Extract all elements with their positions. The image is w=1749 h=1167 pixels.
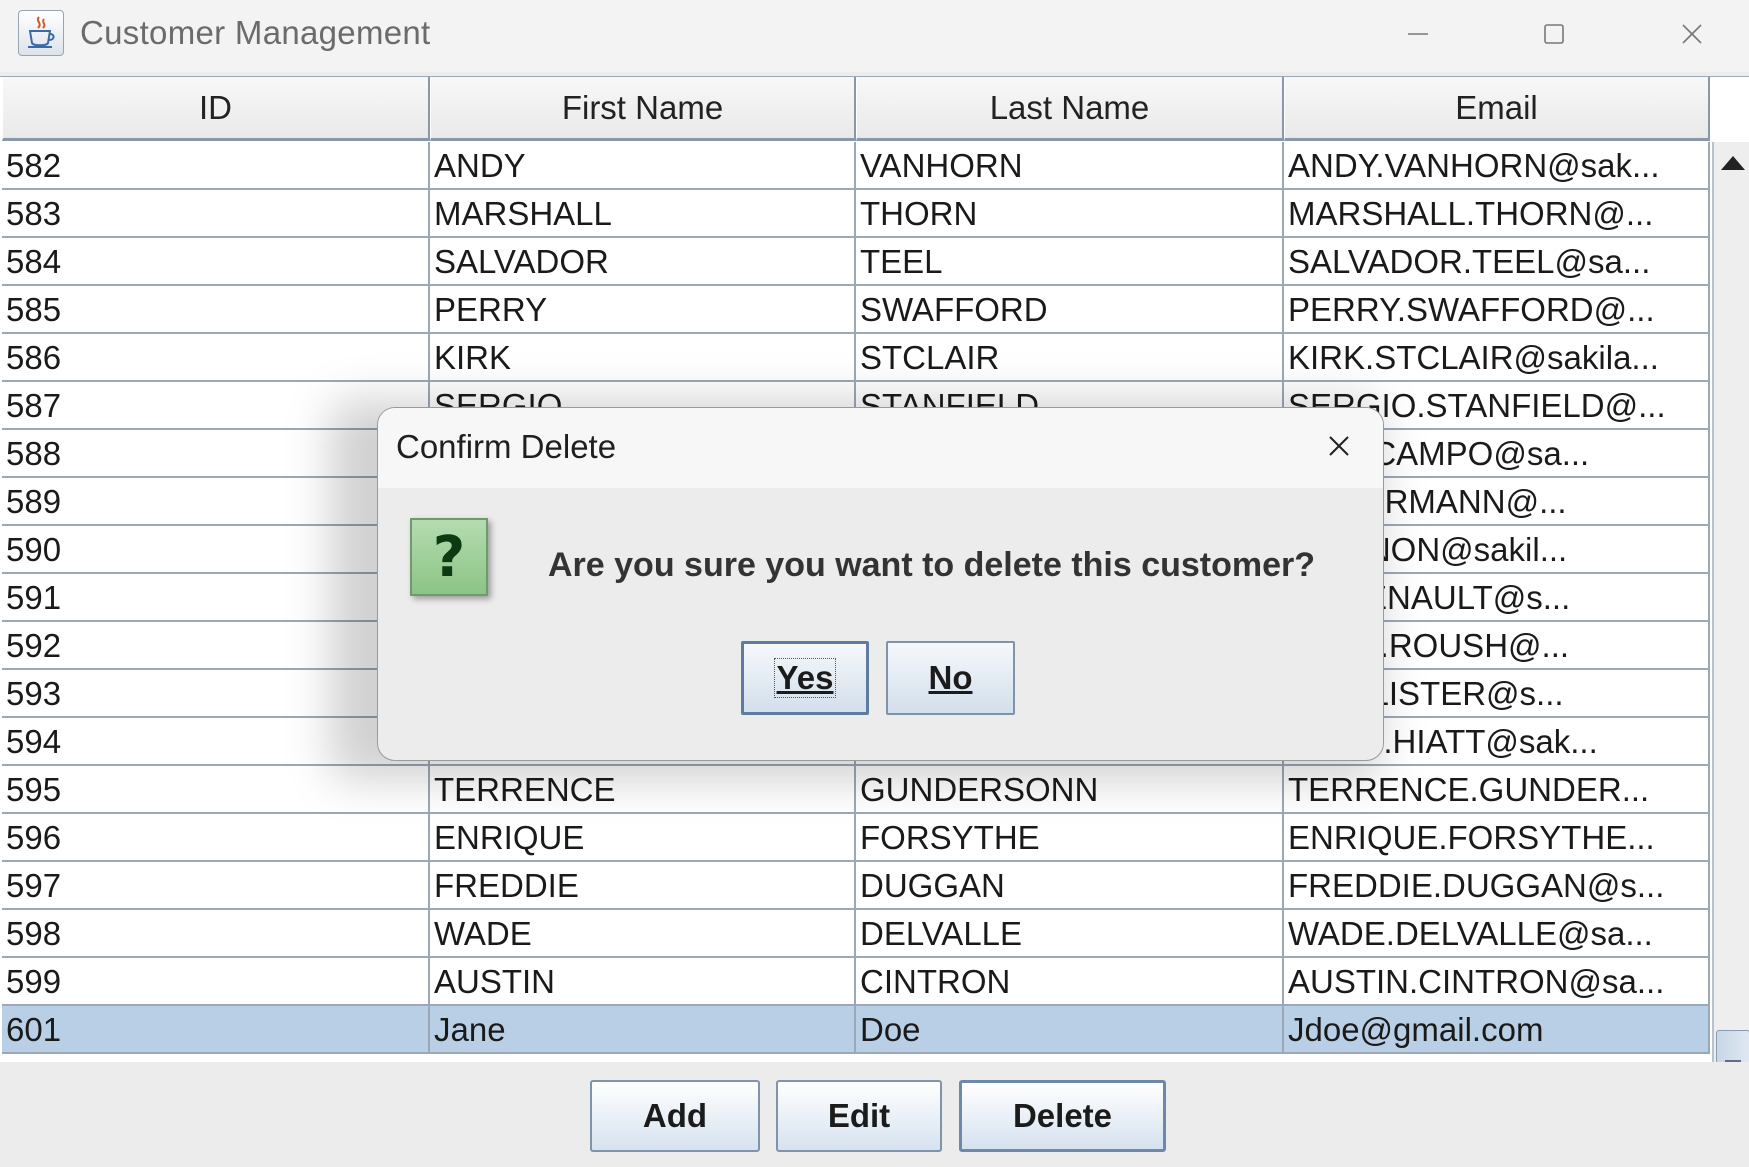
column-header-id[interactable]: ID <box>2 77 430 141</box>
add-button[interactable]: Add <box>590 1080 760 1152</box>
cell-last-name: TEEL <box>856 238 1284 284</box>
cell-first-name: WADE <box>430 910 856 956</box>
edit-button[interactable]: Edit <box>776 1080 942 1152</box>
column-header-first-name[interactable]: First Name <box>430 77 856 141</box>
cell-email: FREDDIE.DUGGAN@s... <box>1284 862 1710 908</box>
cell-first-name: ANDY <box>430 142 856 188</box>
cell-first-name: AUSTIN <box>430 958 856 1004</box>
table-row[interactable]: 599 AUSTIN CINTRON AUSTIN.CINTRON@sa... <box>2 958 1710 1006</box>
cell-id: 601 <box>2 1006 430 1052</box>
cell-last-name: DUGGAN <box>856 862 1284 908</box>
question-icon: ? <box>410 518 488 596</box>
dialog-title: Confirm Delete <box>396 428 617 465</box>
scroll-up-icon[interactable] <box>1719 150 1747 178</box>
window-titlebar: Customer Management <box>0 0 1749 72</box>
cell-id: 586 <box>2 334 430 380</box>
cell-first-name: FREDDIE <box>430 862 856 908</box>
cell-last-name: DELVALLE <box>856 910 1284 956</box>
cell-last-name: THORN <box>856 190 1284 236</box>
cell-email: ENRIQUE.FORSYTHE... <box>1284 814 1710 860</box>
cell-id: 596 <box>2 814 430 860</box>
cell-email: KIRK.STCLAIR@sakila... <box>1284 334 1710 380</box>
cell-last-name: SWAFFORD <box>856 286 1284 332</box>
cell-last-name: Doe <box>856 1006 1284 1052</box>
cell-last-name: FORSYTHE <box>856 814 1284 860</box>
table-row[interactable]: 596 ENRIQUE FORSYTHE ENRIQUE.FORSYTHE... <box>2 814 1710 862</box>
cell-id: 584 <box>2 238 430 284</box>
cell-email: WADE.DELVALLE@sa... <box>1284 910 1710 956</box>
cell-email: Jdoe@gmail.com <box>1284 1006 1710 1052</box>
cell-email: AUSTIN.CINTRON@sa... <box>1284 958 1710 1004</box>
cell-first-name: SALVADOR <box>430 238 856 284</box>
table-row[interactable]: 586 KIRK STCLAIR KIRK.STCLAIR@sakila... <box>2 334 1710 382</box>
no-button[interactable]: No <box>886 641 1015 715</box>
cell-last-name: CINTRON <box>856 958 1284 1004</box>
table-header: ID First Name Last Name Email <box>2 77 1710 141</box>
cell-last-name: VANHORN <box>856 142 1284 188</box>
table-row[interactable]: 584 SALVADOR TEEL SALVADOR.TEEL@sa... <box>2 238 1710 286</box>
cell-id: 583 <box>2 190 430 236</box>
cell-first-name: KIRK <box>430 334 856 380</box>
confirm-delete-dialog: Confirm Delete ? Are you sure you want t… <box>377 407 1384 761</box>
cell-id: 597 <box>2 862 430 908</box>
table-row[interactable]: 597 FREDDIE DUGGAN FREDDIE.DUGGAN@s... <box>2 862 1710 910</box>
cell-first-name: MARSHALL <box>430 190 856 236</box>
dialog-message: Are you sure you want to delete this cus… <box>548 546 1316 584</box>
cell-email: ANDY.VANHORN@sak... <box>1284 142 1710 188</box>
cell-id: 598 <box>2 910 430 956</box>
window-title: Customer Management <box>80 14 431 51</box>
cell-first-name: Jane <box>430 1006 856 1052</box>
column-header-last-name[interactable]: Last Name <box>856 77 1284 141</box>
table-row[interactable]: 601 Jane Doe Jdoe@gmail.com <box>2 1006 1710 1054</box>
cell-id: 582 <box>2 142 430 188</box>
cell-id: 599 <box>2 958 430 1004</box>
table-row[interactable]: 582 ANDY VANHORN ANDY.VANHORN@sak... <box>2 142 1710 190</box>
cell-id: 585 <box>2 286 430 332</box>
cell-email: MARSHALL.THORN@... <box>1284 190 1710 236</box>
cell-email: SALVADOR.TEEL@sa... <box>1284 238 1710 284</box>
minimize-icon[interactable] <box>1393 14 1443 54</box>
cell-first-name: ENRIQUE <box>430 814 856 860</box>
cell-last-name: STCLAIR <box>856 334 1284 380</box>
table-row[interactable]: 598 WADE DELVALLE WADE.DELVALLE@sa... <box>2 910 1710 958</box>
java-cup-icon <box>18 10 64 56</box>
dialog-close-icon[interactable] <box>1319 426 1359 466</box>
yes-button-label: Yes <box>773 658 837 698</box>
cell-first-name: PERRY <box>430 286 856 332</box>
delete-button[interactable]: Delete <box>959 1080 1166 1152</box>
vertical-scrollbar[interactable] <box>1712 142 1749 1116</box>
cell-email: PERRY.SWAFFORD@... <box>1284 286 1710 332</box>
column-header-email[interactable]: Email <box>1284 77 1710 141</box>
dialog-titlebar: Confirm Delete <box>378 408 1383 488</box>
close-icon[interactable] <box>1667 14 1717 54</box>
yes-button[interactable]: Yes <box>741 641 869 715</box>
button-bar: Add Edit Delete <box>0 1062 1749 1167</box>
table-row[interactable]: 583 MARSHALL THORN MARSHALL.THORN@... <box>2 190 1710 238</box>
table-row[interactable]: 585 PERRY SWAFFORD PERRY.SWAFFORD@... <box>2 286 1710 334</box>
maximize-icon[interactable] <box>1529 14 1579 54</box>
no-button-label: No <box>928 659 973 696</box>
